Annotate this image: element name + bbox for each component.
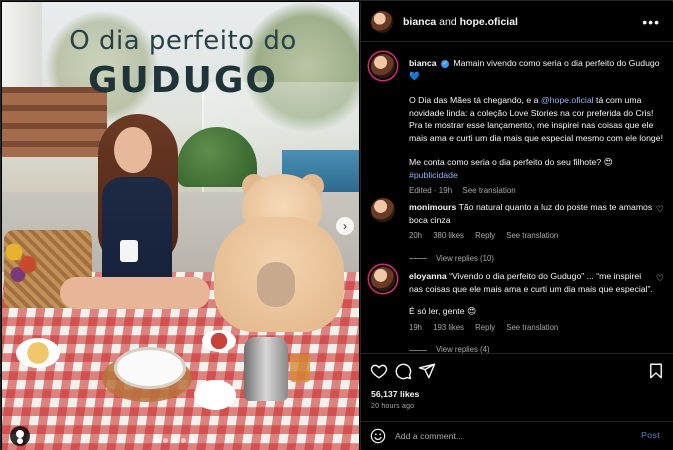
comment-reply-button[interactable]: Reply bbox=[475, 231, 495, 240]
comments-scroll-area[interactable]: bianca ✓ Mamain vivendo como seria o dia… bbox=[361, 43, 673, 353]
photo-plate bbox=[194, 380, 236, 410]
bookmark-icon[interactable] bbox=[647, 362, 665, 380]
comment-input[interactable] bbox=[395, 428, 625, 444]
see-translation-link[interactable]: See translation bbox=[506, 231, 558, 240]
photo-bowl bbox=[16, 338, 60, 368]
view-replies-button[interactable]: View replies (10) bbox=[409, 253, 657, 266]
instagram-post-modal: O dia perfeito do GUDUGO › bianca and ho… bbox=[0, 0, 673, 450]
comment-likes[interactable]: 193 likes bbox=[433, 323, 464, 332]
caption-edited-time: Edited · 19h bbox=[409, 186, 453, 195]
caption-username[interactable]: bianca bbox=[409, 58, 437, 68]
comment-time: 20h bbox=[409, 231, 423, 240]
media-overlay-title-name: GUDUGO bbox=[87, 60, 279, 101]
comment-body: eloyanna “Vivendo o dia perfeito do Gudu… bbox=[409, 270, 657, 353]
comment-like-heart-icon[interactable]: ♡ bbox=[656, 204, 664, 215]
caption-line1: Mamain vivendo como seria o dia perfeito… bbox=[453, 58, 660, 68]
comment-meta: 19h 193 likes Reply See translation bbox=[409, 322, 657, 335]
add-comment-bar: Post bbox=[361, 421, 673, 450]
caption-mention[interactable]: @hope.oficial bbox=[541, 95, 594, 105]
comment-reply-button[interactable]: Reply bbox=[475, 323, 495, 332]
carousel-dot bbox=[163, 438, 168, 443]
carousel-dot bbox=[181, 438, 186, 443]
caption-paragraph: Me conta como seria o dia perfeito do se… bbox=[409, 156, 667, 181]
caption-paragraph: O Dia das Mães tá chegando, e a @hope.of… bbox=[409, 94, 667, 144]
post-media-image[interactable]: O dia perfeito do GUDUGO › bbox=[2, 2, 359, 450]
carousel-dots bbox=[154, 438, 195, 443]
author-connector: and bbox=[436, 15, 460, 28]
media-overlay-title: O dia perfeito do bbox=[69, 26, 297, 56]
photo-plate bbox=[114, 347, 186, 389]
comment-body: monimours Tão natural quanto a luz do po… bbox=[409, 201, 657, 265]
photo-flowers bbox=[2, 237, 42, 287]
photo-thermos bbox=[244, 337, 288, 401]
avatar[interactable] bbox=[371, 198, 395, 222]
photo-small-teddy-bear bbox=[257, 262, 295, 307]
comment-username[interactable]: eloyanna bbox=[409, 271, 447, 281]
caption-text: O Dia das Mães tá chegando, e a bbox=[409, 95, 541, 105]
avatar[interactable] bbox=[371, 54, 395, 78]
caption-body: bianca ✓ Mamain vivendo como seria o dia… bbox=[409, 57, 667, 198]
carousel-next-icon[interactable]: › bbox=[336, 217, 354, 235]
see-translation-link[interactable]: See translation bbox=[506, 323, 558, 332]
avatar[interactable] bbox=[371, 267, 395, 291]
avatar[interactable] bbox=[371, 10, 393, 33]
carousel-dot bbox=[190, 438, 195, 443]
caption-hashtag[interactable]: #publicidade bbox=[409, 170, 458, 180]
comment-time: 19h bbox=[409, 322, 423, 332]
likes-count[interactable]: 56,137 likes bbox=[371, 389, 419, 399]
caption-question: Me conta como seria o dia perfeito do se… bbox=[409, 157, 613, 167]
photo-juice-glass bbox=[290, 354, 310, 382]
photo-mug bbox=[120, 240, 138, 262]
post-comment-button[interactable]: Post bbox=[641, 430, 660, 440]
comment-username[interactable]: monimours bbox=[409, 202, 456, 212]
post-side-panel: bianca and hope.oficial ••• bianca ✓ Mam… bbox=[360, 2, 673, 450]
post-authors: bianca and hope.oficial bbox=[403, 16, 518, 28]
carousel-dot bbox=[172, 438, 177, 443]
see-translation-link[interactable]: See translation bbox=[462, 186, 515, 195]
more-horizontal-icon[interactable]: ••• bbox=[642, 14, 660, 30]
comment-text-line2: É só ler, gente 😍 bbox=[409, 306, 477, 316]
comment-like-heart-icon[interactable]: ♡ bbox=[656, 273, 664, 284]
photo-woman-face bbox=[114, 127, 152, 173]
photo-bowl bbox=[202, 330, 236, 352]
post-header: bianca and hope.oficial ••• bbox=[361, 2, 673, 42]
emoji-icon[interactable] bbox=[370, 428, 386, 444]
carousel-dot-active bbox=[154, 438, 159, 443]
heart-icon[interactable] bbox=[370, 362, 388, 380]
author-username[interactable]: bianca bbox=[403, 16, 436, 28]
comment-icon[interactable] bbox=[394, 362, 412, 380]
caption-heart-emoji: 💙 bbox=[409, 70, 420, 81]
comment-meta: 20h 380 likes Reply See translation bbox=[409, 230, 657, 243]
send-icon[interactable] bbox=[418, 362, 436, 380]
verified-badge-icon: ✓ bbox=[440, 59, 449, 68]
action-icons bbox=[370, 362, 665, 382]
view-replies-button[interactable]: View replies (4) bbox=[409, 344, 657, 353]
collaborator-username[interactable]: hope.oficial bbox=[460, 16, 518, 28]
post-actions-bar: 56,137 likes 20 hours ago bbox=[361, 353, 673, 421]
caption-meta: Edited · 19h See translation bbox=[409, 185, 667, 198]
post-timestamp: 20 hours ago bbox=[371, 403, 415, 410]
comment-likes[interactable]: 380 likes bbox=[433, 231, 464, 240]
user-tag-icon[interactable] bbox=[10, 426, 30, 446]
photo-woman-legs bbox=[60, 277, 210, 309]
